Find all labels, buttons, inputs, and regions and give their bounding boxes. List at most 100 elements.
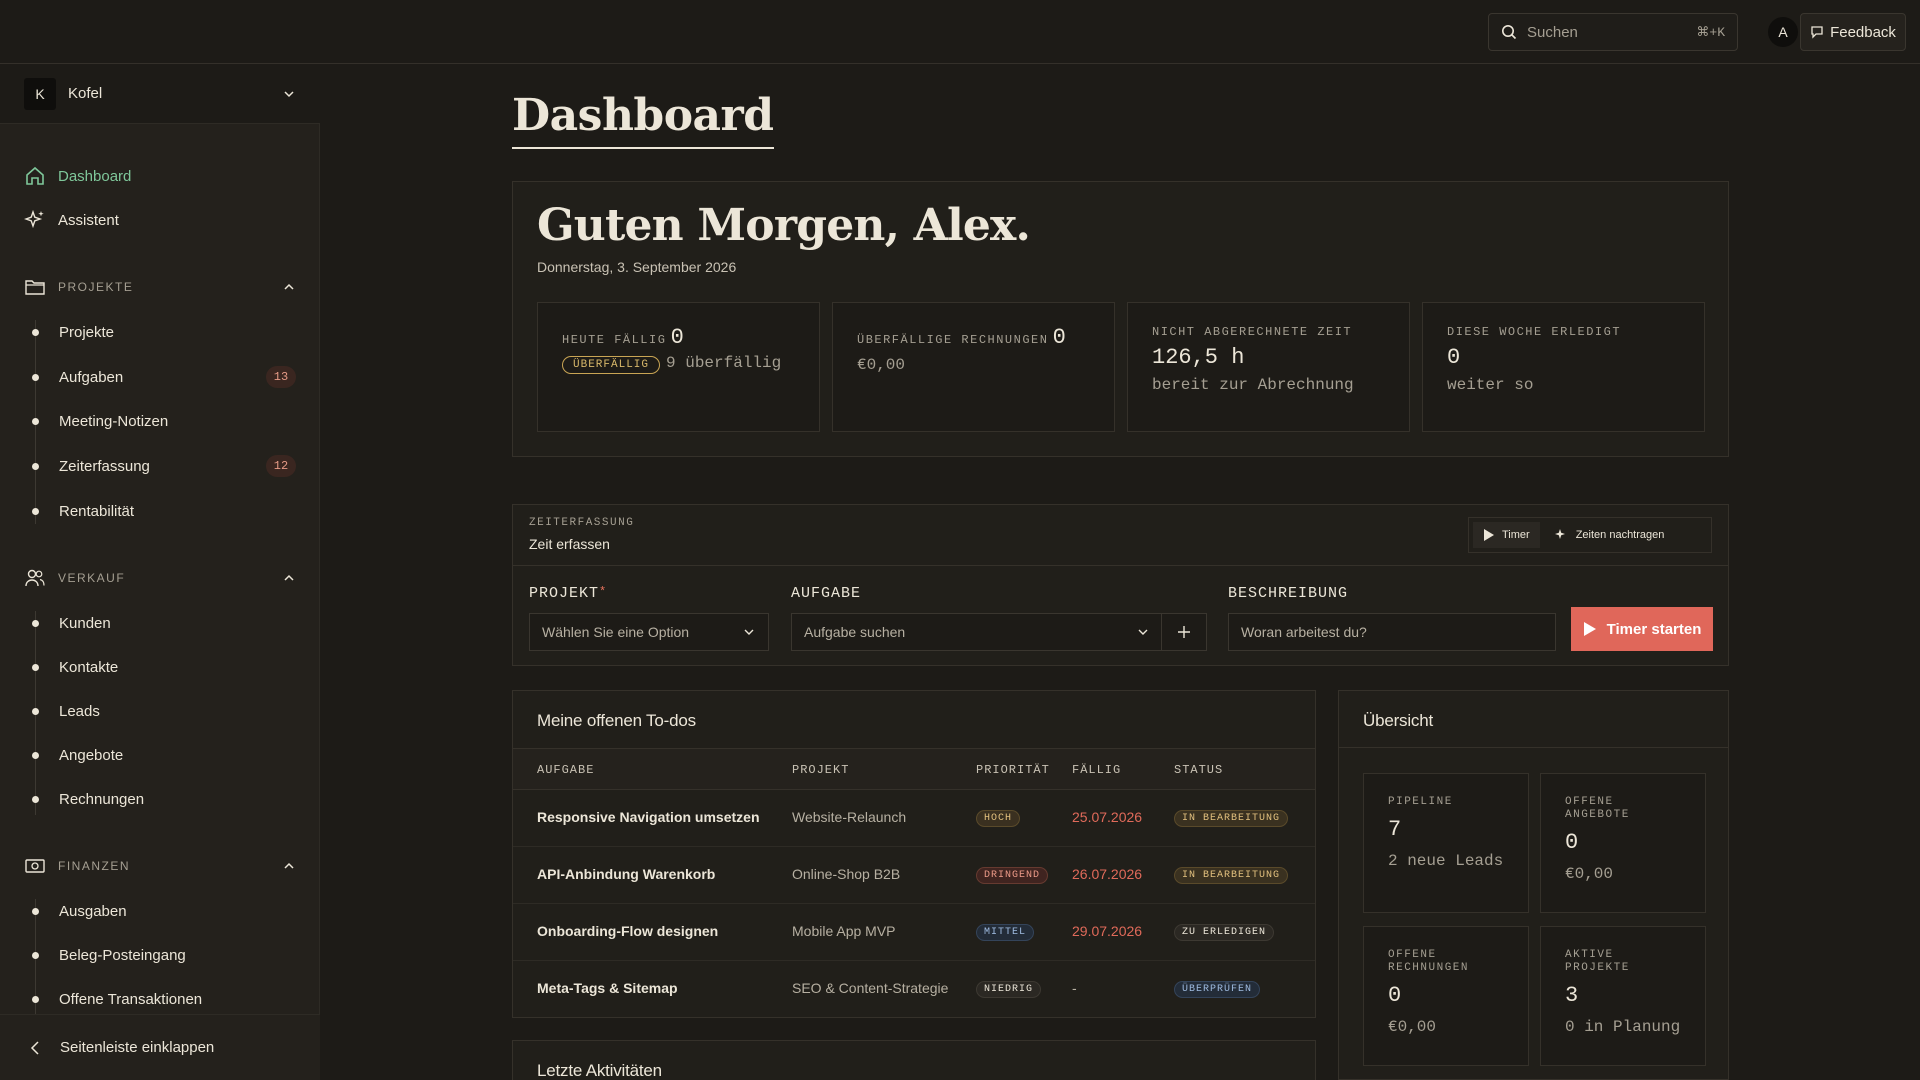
avatar[interactable]: A [1768,17,1798,47]
priority-badge: NIEDRIG [976,981,1042,998]
overview-title: Übersicht [1363,711,1434,730]
bullet [32,462,39,470]
table-row[interactable]: API-Anbindung Warenkorb Online-Shop B2B … [513,847,1315,904]
home-icon [26,166,44,185]
start-timer-button[interactable]: Timer starten [1571,607,1713,651]
time-tracking-header: ZEITERFASSUNG Zeit erfassen Timer Zeiten… [513,505,1728,566]
bullet [32,507,39,515]
task-placeholder: Aufgabe suchen [804,624,906,640]
stat-due-today[interactable]: HEUTE FÄLLIG 0 ÜBERFÄLLIG 9 überfällig [537,302,820,432]
sidebar-item-dashboard[interactable]: Dashboard [24,164,131,188]
greeting-title: Guten Morgen, Alex. [537,200,1031,251]
stat-label: HEUTE FÄLLIG [562,333,667,347]
sidebar-item-label: Leads [59,702,100,720]
priority-badge: MITTEL [976,924,1035,941]
column-header: FÄLLIG [1072,763,1122,777]
feedback-button[interactable]: Feedback [1800,13,1906,51]
bullet [32,751,39,759]
stat-sub: 9 überfällig [666,354,782,372]
table-row[interactable]: Responsive Navigation umsetzen Website-R… [513,790,1315,847]
count-badge: 13 [266,366,296,388]
money-icon [25,859,45,873]
chat-icon [1811,26,1823,39]
sidebar-item-label: Kontakte [59,658,119,676]
sidebar-item-label: Meeting-Notizen [59,412,169,430]
table-row[interactable]: Meta-Tags & Sitemap SEO & Content-Strate… [513,961,1315,1018]
task-cell: Onboarding-Flow designen [537,923,719,939]
overview-tile-active-projects[interactable]: AKTIVE PROJEKTE 3 0 in Planung [1540,926,1706,1066]
sidebar-item-label: Kunden [59,614,111,632]
status-badge: ZU ERLEDIGEN [1174,924,1275,941]
mode-label: Zeiten nachtragen [1575,529,1665,541]
overview-tile-open-quotes[interactable]: OFFENE ANGEBOTE 0 €0,00 [1540,773,1706,913]
sidebar-item-label: Rentabilität [59,502,135,520]
search-icon [1502,25,1517,40]
sidebar-item-meeting-notizen[interactable]: Meeting-Notizen [32,409,296,433]
sidebar-item-kunden[interactable]: Kunden [32,611,296,635]
chevron-up-icon [284,283,294,290]
chevron-up-icon [284,574,294,581]
chevron-up-icon [284,862,294,869]
project-label-text: PROJEKT [529,585,600,602]
bullet [32,328,39,336]
bullet [32,663,39,671]
bullet [32,417,39,425]
sidebar-item-assistent[interactable]: Assistent [24,208,119,232]
task-label: AUFGABE [791,585,862,602]
org-switcher[interactable]: K Kofel [0,64,320,124]
sidebar-item-ausgaben[interactable]: Ausgaben [32,899,296,923]
collapse-sidebar-button[interactable]: Seitenleiste einklappen [0,1014,320,1080]
project-select[interactable]: Wählen Sie eine Option [529,613,769,651]
description-input[interactable]: Woran arbeitest du? [1228,613,1556,651]
folder-icon [25,280,45,295]
section-projekte[interactable]: PROJEKTE [24,275,296,299]
sparkles-icon [24,209,44,229]
tile-sub: €0,00 [1388,1018,1437,1036]
bullet [32,707,39,715]
section-finanzen[interactable]: FINANZEN [24,854,296,878]
sidebar-item-label: Zeiterfassung [59,457,150,475]
sidebar-item-label: Offene Transaktionen [59,990,203,1008]
page-title: Dashboard [512,90,774,149]
sidebar-item-leads[interactable]: Leads [32,699,296,723]
project-cell: Mobile App MVP [792,923,896,939]
stat-unbilled-time[interactable]: NICHT ABGERECHNETE ZEIT 126,5 h bereit z… [1127,302,1410,432]
mode-backfill-button[interactable]: Zeiten nachtragen [1544,522,1675,548]
activity-title: Letzte Aktivitäten [537,1061,662,1080]
description-label: BESCHREIBUNG [1228,585,1349,602]
todos-title: Meine offenen To-dos [537,711,696,730]
todos-card: Meine offenen To-dos AUFGABE PROJEKT PRI… [512,690,1316,1018]
required-marker: * [599,585,608,599]
sidebar-item-projekte[interactable]: Projekte [32,320,296,344]
sidebar-item-beleg-posteingang[interactable]: Beleg-Posteingang [32,943,296,967]
overview-tile-open-invoices[interactable]: OFFENE RECHNUNGEN 0 €0,00 [1363,926,1529,1066]
tile-value: 3 [1565,983,1579,1008]
bullet [32,995,39,1003]
mode-timer-button[interactable]: Timer [1473,522,1540,548]
sidebar-item-rentabilitaet[interactable]: Rentabilität [32,499,296,523]
search-placeholder: Suchen [1527,23,1578,41]
sidebar-item-label: Aufgaben [59,368,124,386]
sparkles-icon [1554,529,1565,539]
sidebar-item-angebote[interactable]: Angebote [32,743,296,767]
sidebar-item-offene-transaktionen[interactable]: Offene Transaktionen [32,987,296,1011]
table-row[interactable]: Onboarding-Flow designen Mobile App MVP … [513,904,1315,961]
sidebar-item-aufgaben[interactable]: Aufgaben 13 [32,365,296,389]
task-search-select[interactable]: Aufgabe suchen [791,613,1163,651]
sidebar-item-kontakte[interactable]: Kontakte [32,655,296,679]
section-title: FINANZEN [58,859,130,873]
overview-tile-pipeline[interactable]: PIPELINE 7 2 neue Leads [1363,773,1529,913]
task-cell: Meta-Tags & Sitemap [537,980,678,996]
search-input[interactable]: Suchen ⌘+K [1488,13,1738,51]
section-verkauf[interactable]: VERKAUF [24,566,296,590]
sidebar-item-zeiterfassung[interactable]: Zeiterfassung 12 [32,454,296,478]
section-title: PROJEKTE [58,280,134,294]
overview-header: Übersicht [1339,691,1728,748]
stat-overdue-invoices[interactable]: ÜBERFÄLLIGE RECHNUNGEN 0 €0,00 [832,302,1115,432]
add-task-button[interactable] [1161,613,1207,651]
count-badge: 12 [266,455,296,477]
stat-done-this-week[interactable]: DIESE WOCHE ERLEDIGT 0 weiter so [1422,302,1705,432]
tile-label: OFFENE ANGEBOTE [1565,796,1630,821]
bullet [32,795,39,803]
sidebar-item-rechnungen[interactable]: Rechnungen [32,787,296,811]
